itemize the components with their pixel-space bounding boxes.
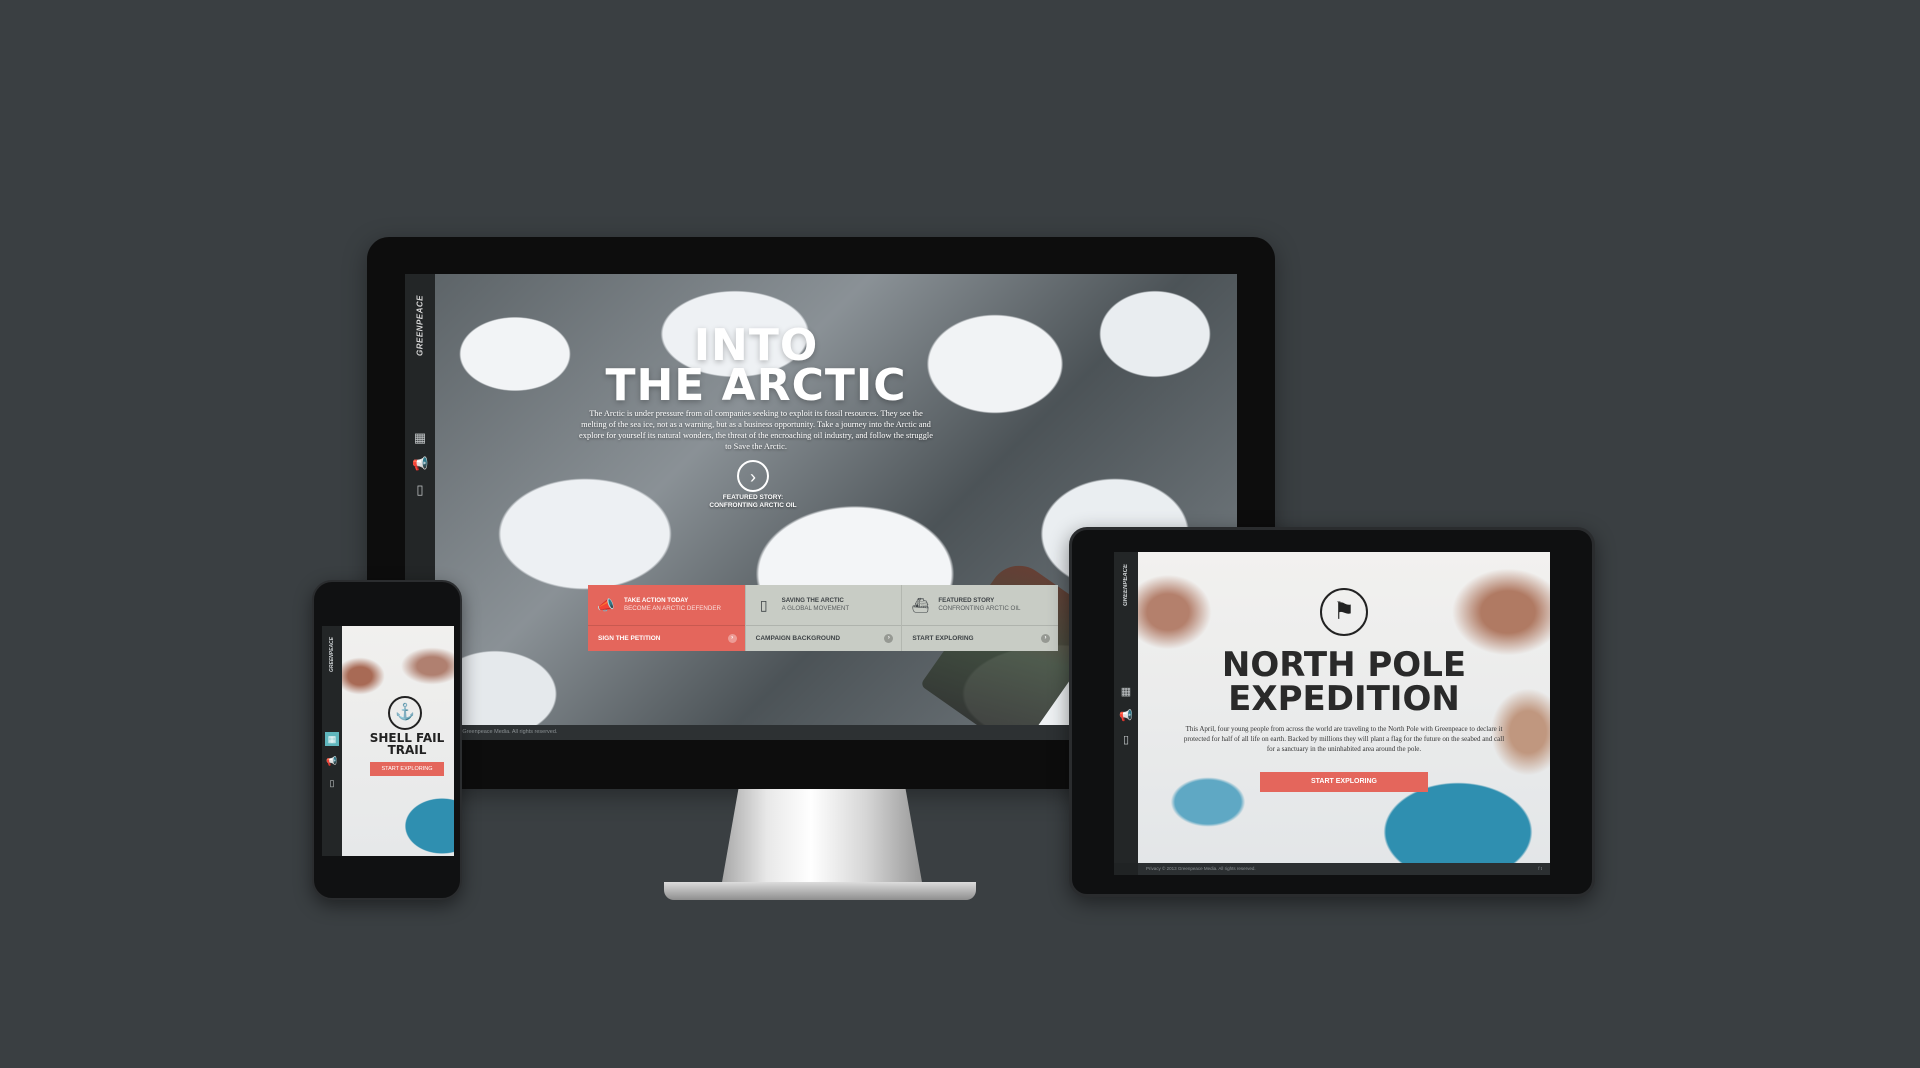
shell-fail-emblem-icon: ⚓ xyxy=(388,696,422,730)
card-subtitle: A GLOBAL MOVEMENT xyxy=(781,605,850,612)
book-icon[interactable]: ▯ xyxy=(412,482,428,498)
megaphone-icon[interactable]: 📢 xyxy=(412,456,428,472)
card-subtitle: CONFRONTING ARCTIC OIL xyxy=(938,605,1021,612)
megaphone-icon: 📣 xyxy=(597,596,615,613)
card-title: SAVING THE ARCTIC xyxy=(781,597,844,604)
book-icon[interactable]: ▯ xyxy=(325,776,339,790)
featured-story-arrow-button[interactable]: › xyxy=(737,460,769,492)
phone-screen: GREENPEACE ▦ 📢 ▯ ⚓ SHELL FAIL TRAIL STAR… xyxy=(322,626,454,856)
greenpeace-logo[interactable]: GREENPEACE xyxy=(325,634,339,674)
tablet-title: NORTH POLE EXPEDITION xyxy=(1178,648,1510,716)
featured-label: FEATURED STORY: xyxy=(722,494,784,501)
card-title: TAKE ACTION TODAY xyxy=(624,597,689,604)
tablet-title-line2: EXPEDITION xyxy=(1228,679,1460,719)
card-saving-arctic[interactable]: ▯ SAVING THE ARCTIC A GLOBAL MOVEMENT CA… xyxy=(744,585,902,651)
tablet-footer-text: Privacy © 2013 Greenpeace Media. All rig… xyxy=(1146,866,1256,871)
book-icon[interactable]: ▯ xyxy=(1118,732,1134,748)
phone-sidebar: GREENPEACE ▦ 📢 ▯ xyxy=(322,626,342,856)
card-take-action[interactable]: 📣 TAKE ACTION TODAY BECOME AN ARCTIC DEF… xyxy=(588,585,745,651)
megaphone-icon[interactable]: 📢 xyxy=(325,754,339,768)
tablet-device: GREENPEACE ▦ 📢 ▯ ⚑ NORTH POLE EXPEDITION… xyxy=(1069,527,1595,897)
monitor-stand-base xyxy=(664,882,976,900)
tablet-title-line1: NORTH POLE xyxy=(1221,645,1467,685)
map-icon[interactable]: ▦ xyxy=(325,732,339,746)
phone-title: SHELL FAIL TRAIL xyxy=(364,732,450,756)
greenpeace-logo[interactable]: GREENPEACE xyxy=(1118,562,1134,608)
start-exploring-button[interactable]: START EXPLORING xyxy=(370,762,444,776)
tablet-map-background: ⚑ NORTH POLE EXPEDITION This April, four… xyxy=(1138,552,1550,863)
monitor-stand xyxy=(720,789,924,889)
phone-device: GREENPEACE ▦ 📢 ▯ ⚓ SHELL FAIL TRAIL STAR… xyxy=(312,580,462,900)
phone-title-line2: TRAIL xyxy=(387,743,427,757)
featured-story-link[interactable]: FEATURED STORY: CONFRONTING ARCTIC OIL xyxy=(685,494,821,510)
ship-badge-icon: ⛴ xyxy=(911,596,930,613)
featured-title: CONFRONTING ARCTIC OIL xyxy=(709,502,797,509)
start-exploring-link[interactable]: START EXPLORING xyxy=(912,635,973,642)
card-featured-story[interactable]: ⛴ FEATURED STORY CONFRONTING ARCTIC OIL … xyxy=(901,585,1059,651)
campaign-background-link[interactable]: CAMPAIGN BACKGROUND xyxy=(756,635,840,642)
book-icon: ▯ xyxy=(759,596,768,613)
tablet-description: This April, four young people from acros… xyxy=(1183,725,1505,753)
start-exploring-button[interactable]: START EXPLORING xyxy=(1260,772,1428,792)
social-icons[interactable]: f t xyxy=(1538,863,1542,875)
chevron-right-icon: › xyxy=(1041,634,1051,643)
hero-title: INTO THE ARCTIC xyxy=(555,324,957,411)
greenpeace-logo[interactable]: GREENPEACE xyxy=(409,294,431,356)
expedition-emblem-icon: ⚑ xyxy=(1320,588,1368,636)
megaphone-icon[interactable]: 📢 xyxy=(1118,708,1134,724)
chevron-right-icon: › xyxy=(727,634,737,643)
tablet-sidebar: GREENPEACE ▦ 📢 ▯ xyxy=(1114,552,1138,863)
card-subtitle: BECOME AN ARCTIC DEFENDER xyxy=(624,605,721,612)
card-title: FEATURED STORY xyxy=(938,597,995,604)
phone-map-background: ⚓ SHELL FAIL TRAIL START EXPLORING xyxy=(342,626,454,856)
tablet-footer: Privacy © 2013 Greenpeace Media. All rig… xyxy=(1138,863,1550,875)
tablet-screen: GREENPEACE ▦ 📢 ▯ ⚑ NORTH POLE EXPEDITION… xyxy=(1114,552,1550,875)
sign-petition-link[interactable]: SIGN THE PETITION xyxy=(598,635,660,642)
hero-description: The Arctic is under pressure from oil co… xyxy=(579,409,933,451)
map-icon[interactable]: ▦ xyxy=(1118,684,1134,700)
chevron-right-icon: › xyxy=(884,634,894,643)
hero-title-line2: THE ARCTIC xyxy=(605,360,907,411)
action-cards: 📣 TAKE ACTION TODAY BECOME AN ARCTIC DEF… xyxy=(588,585,1059,651)
map-icon[interactable]: ▦ xyxy=(412,430,428,446)
